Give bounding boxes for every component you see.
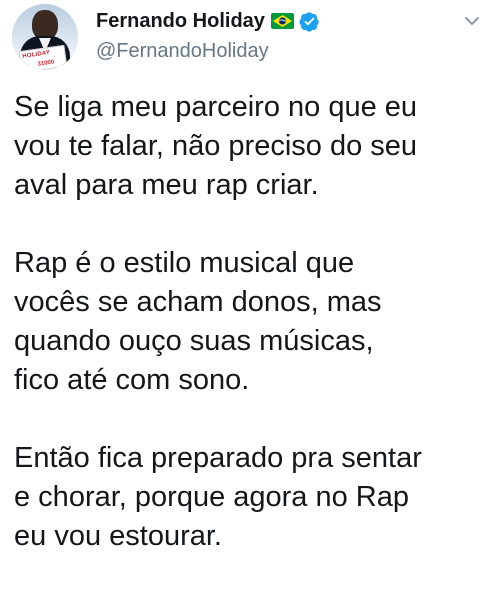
tweet-line: aval para meu rap criar.	[14, 169, 319, 201]
tweet-line: fico até com sono.	[14, 364, 250, 396]
tweet-line: Rap é o estilo musical que	[14, 247, 355, 279]
tweet-line: vocês se acham donos, mas	[14, 286, 382, 318]
chevron-down-icon[interactable]	[463, 12, 481, 30]
tweet-paragraph: Rap é o estilo musical que vocês se acha…	[14, 244, 484, 400]
name-row: Fernando Holiday	[96, 6, 320, 36]
verified-badge-icon	[299, 11, 320, 32]
tweet-card: HOLIDAY 31000 Fernando Holiday @Fernando…	[0, 0, 495, 600]
user-handle[interactable]: @FernandoHoliday	[96, 40, 269, 63]
tweet-line: quando ouço suas músicas,	[14, 325, 374, 357]
avatar-sign-number: 31000	[37, 59, 55, 68]
tweet-text: Se liga meu parceiro no que eu vou te fa…	[14, 88, 484, 595]
tweet-paragraph: Então fica preparado pra sentar e chorar…	[14, 439, 484, 556]
tweet-line: e chorar, porque agora no Rap	[14, 481, 409, 513]
display-name[interactable]: Fernando Holiday	[96, 10, 265, 33]
tweet-line: vou te falar, não preciso do seu	[14, 130, 418, 162]
brazil-flag-icon	[270, 13, 294, 29]
tweet-line: eu vou estourar.	[14, 520, 222, 552]
tweet-line: Se liga meu parceiro no que eu	[14, 91, 418, 123]
avatar[interactable]: HOLIDAY 31000	[12, 4, 78, 70]
avatar-sign-text: HOLIDAY	[22, 49, 51, 60]
tweet-paragraph: Se liga meu parceiro no que eu vou te fa…	[14, 88, 484, 205]
tweet-line: Então fica preparado pra sentar	[14, 442, 422, 474]
